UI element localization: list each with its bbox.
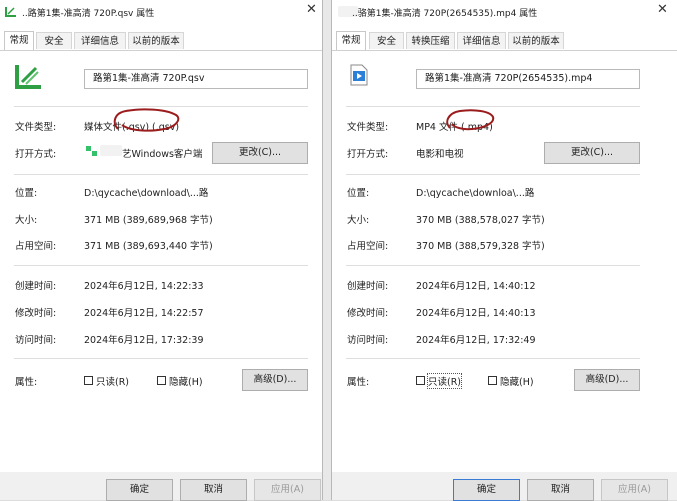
readonly-checkbox[interactable] [84, 376, 93, 385]
ok-button[interactable]: 确定 [106, 479, 173, 501]
properties-window-qsv: ..路第1集-准高清 720P.qsv 属性 ✕ 常规 安全 详细信息 以前的版… [0, 0, 323, 501]
readonly-checkbox[interactable] [416, 376, 425, 385]
close-icon[interactable]: ✕ [657, 2, 668, 18]
dialog-button-bar: 确定 取消 应用(A) [332, 472, 677, 501]
tab-security[interactable]: 安全 [369, 32, 404, 49]
red-annotation-circle [446, 109, 495, 131]
size-value: 370 MB (388,578,027 字节) [416, 215, 545, 226]
modified-label: 修改时间: [347, 308, 389, 319]
modified-value: 2024年6月12日, 14:40:13 [416, 308, 536, 319]
tab-previous-versions[interactable]: 以前的版本 [128, 32, 184, 49]
attributes-label: 属性: [15, 377, 38, 388]
divider [346, 358, 640, 359]
redacted-text [100, 145, 122, 156]
tab-security[interactable]: 安全 [36, 32, 72, 49]
qsv-file-icon [14, 62, 44, 93]
divider [14, 358, 308, 359]
size-on-disk-label: 占用空间: [347, 241, 389, 252]
size-on-disk-label: 占用空间: [15, 241, 57, 252]
filename-field[interactable]: 路第1集-准高清 720P.qsv [84, 69, 308, 89]
apply-button[interactable]: 应用(A) [254, 479, 321, 501]
title-bar: ..骆第1集-准高清 720P(2654535).mp4 属性 ✕ [332, 0, 677, 24]
open-with-label: 打开方式: [15, 149, 57, 160]
qsv-file-icon [5, 6, 17, 17]
created-value: 2024年6月12日, 14:40:12 [416, 281, 536, 292]
hidden-checkbox[interactable] [157, 376, 166, 385]
close-icon[interactable]: ✕ [306, 2, 317, 18]
divider [14, 265, 308, 266]
ok-button[interactable]: 确定 [453, 479, 520, 501]
tab-details[interactable]: 详细信息 [74, 32, 126, 49]
size-label: 大小: [347, 215, 370, 226]
modified-label: 修改时间: [15, 308, 57, 319]
divider [346, 265, 640, 266]
filename-field[interactable]: 路第1集-准高清 720P(2654535).mp4 [416, 69, 640, 89]
tab-convert-compress[interactable]: 转换压缩 [406, 32, 455, 49]
open-with-label: 打开方式: [347, 149, 389, 160]
created-value: 2024年6月12日, 14:22:33 [84, 281, 204, 292]
location-value: D:\qycache\downloa\...路 [416, 188, 535, 199]
window-title: ..骆第1集-准高清 720P(2654535).mp4 属性 [352, 9, 538, 19]
app-icon [85, 145, 99, 157]
accessed-label: 访问时间: [347, 335, 389, 346]
size-on-disk-value: 370 MB (388,579,328 字节) [416, 241, 545, 252]
cancel-button[interactable]: 取消 [527, 479, 594, 501]
created-label: 创建时间: [15, 281, 57, 292]
accessed-label: 访问时间: [15, 335, 57, 346]
tab-strip: 常规 安全 转换压缩 详细信息 以前的版本 [332, 31, 677, 51]
divider [14, 174, 308, 175]
tab-general[interactable]: 常规 [4, 31, 34, 50]
change-button[interactable]: 更改(C)... [544, 142, 640, 164]
size-on-disk-value: 371 MB (389,693,440 字节) [84, 241, 213, 252]
red-annotation-circle [113, 108, 180, 132]
properties-window-mp4: ..骆第1集-准高清 720P(2654535).mp4 属性 ✕ 常规 安全 … [331, 0, 677, 501]
divider [346, 106, 640, 107]
tab-general[interactable]: 常规 [336, 31, 366, 50]
accessed-value: 2024年6月12日, 17:32:49 [416, 335, 536, 346]
location-label: 位置: [347, 188, 370, 199]
mp4-file-icon [349, 64, 369, 89]
divider [346, 174, 640, 175]
advanced-button[interactable]: 高级(D)... [242, 369, 308, 391]
readonly-label[interactable]: 只读(R) [426, 373, 463, 389]
readonly-label[interactable]: 只读(R) [96, 374, 129, 388]
window-title: ..路第1集-准高清 720P.qsv 属性 [22, 9, 155, 19]
open-with-value: 电影和电视 [416, 149, 464, 160]
window-gap [323, 0, 331, 500]
title-bar: ..路第1集-准高清 720P.qsv 属性 ✕ [0, 0, 322, 24]
location-label: 位置: [15, 188, 38, 199]
created-label: 创建时间: [347, 281, 389, 292]
location-value: D:\qycache\download\...路 [84, 188, 209, 199]
hidden-checkbox[interactable] [488, 376, 497, 385]
hidden-label[interactable]: 隐藏(H) [500, 374, 534, 388]
size-value: 371 MB (389,689,968 字节) [84, 215, 213, 226]
advanced-button[interactable]: 高级(D)... [574, 369, 640, 391]
hidden-label[interactable]: 隐藏(H) [169, 374, 203, 388]
open-with-value: 艺Windows客户端 [122, 149, 203, 160]
modified-value: 2024年6月12日, 14:22:57 [84, 308, 204, 319]
cancel-button[interactable]: 取消 [180, 479, 247, 501]
apply-button[interactable]: 应用(A) [601, 479, 668, 501]
tab-previous-versions[interactable]: 以前的版本 [508, 32, 564, 49]
file-type-label: 文件类型: [347, 122, 389, 133]
dialog-button-bar: 确定 取消 应用(A) [0, 472, 322, 501]
size-label: 大小: [15, 215, 38, 226]
attributes-label: 属性: [347, 377, 370, 388]
tab-details[interactable]: 详细信息 [457, 32, 506, 49]
tab-strip: 常规 安全 详细信息 以前的版本 [0, 31, 322, 51]
change-button[interactable]: 更改(C)... [212, 142, 308, 164]
file-type-label: 文件类型: [15, 122, 57, 133]
accessed-value: 2024年6月12日, 17:32:39 [84, 335, 204, 346]
